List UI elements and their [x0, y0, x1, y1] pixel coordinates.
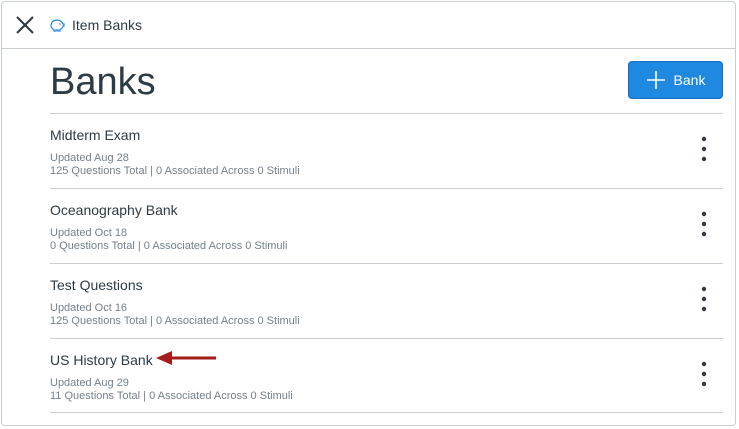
- bank-updated: Updated Oct 18: [50, 227, 128, 239]
- bank-title[interactable]: Test Questions: [50, 277, 143, 293]
- breadcrumb[interactable]: Item Banks: [48, 16, 142, 34]
- bank-row[interactable]: US History Bank Updated Aug 29 11 Questi…: [50, 338, 723, 413]
- close-button[interactable]: [14, 14, 36, 36]
- top-bar: Item Banks: [2, 2, 735, 49]
- add-bank-label: Bank: [673, 72, 706, 88]
- bank-updated: Updated Aug 29: [50, 377, 129, 389]
- bank-row[interactable]: Midterm Exam Updated Aug 28 125 Question…: [50, 113, 723, 188]
- kebab-menu-icon[interactable]: [699, 211, 709, 237]
- annotation-arrow-icon: [156, 351, 216, 365]
- bank-title[interactable]: US History Bank: [50, 352, 153, 368]
- bank-updated: Updated Oct 16: [50, 302, 128, 314]
- item-bank-icon: [50, 19, 65, 32]
- bank-list: Midterm Exam Updated Aug 28 125 Question…: [50, 113, 723, 413]
- kebab-menu-icon[interactable]: [699, 136, 709, 162]
- bank-row[interactable]: Oceanography Bank Updated Oct 18 0 Quest…: [50, 188, 723, 263]
- plus-icon: [646, 71, 665, 89]
- breadcrumb-label[interactable]: Item Banks: [72, 17, 142, 33]
- bank-stats: 125 Questions Total | 0 Associated Acros…: [50, 315, 300, 327]
- kebab-menu-icon[interactable]: [699, 286, 709, 312]
- bank-row[interactable]: Test Questions Updated Oct 16 125 Questi…: [50, 263, 723, 338]
- bank-stats: 125 Questions Total | 0 Associated Acros…: [50, 165, 300, 177]
- page-title: Banks: [50, 61, 156, 103]
- bank-updated: Updated Aug 28: [50, 152, 129, 164]
- item-banks-window: Item Banks Banks Bank Midterm Exam Updat…: [1, 1, 736, 426]
- bank-title[interactable]: Midterm Exam: [50, 127, 140, 143]
- kebab-menu-icon[interactable]: [699, 361, 709, 387]
- bank-stats: 11 Questions Total | 0 Associated Across…: [50, 390, 293, 402]
- bank-title[interactable]: Oceanography Bank: [50, 202, 178, 218]
- close-icon: [16, 16, 34, 34]
- bank-stats: 0 Questions Total | 0 Associated Across …: [50, 240, 288, 252]
- add-bank-button[interactable]: Bank: [628, 61, 723, 99]
